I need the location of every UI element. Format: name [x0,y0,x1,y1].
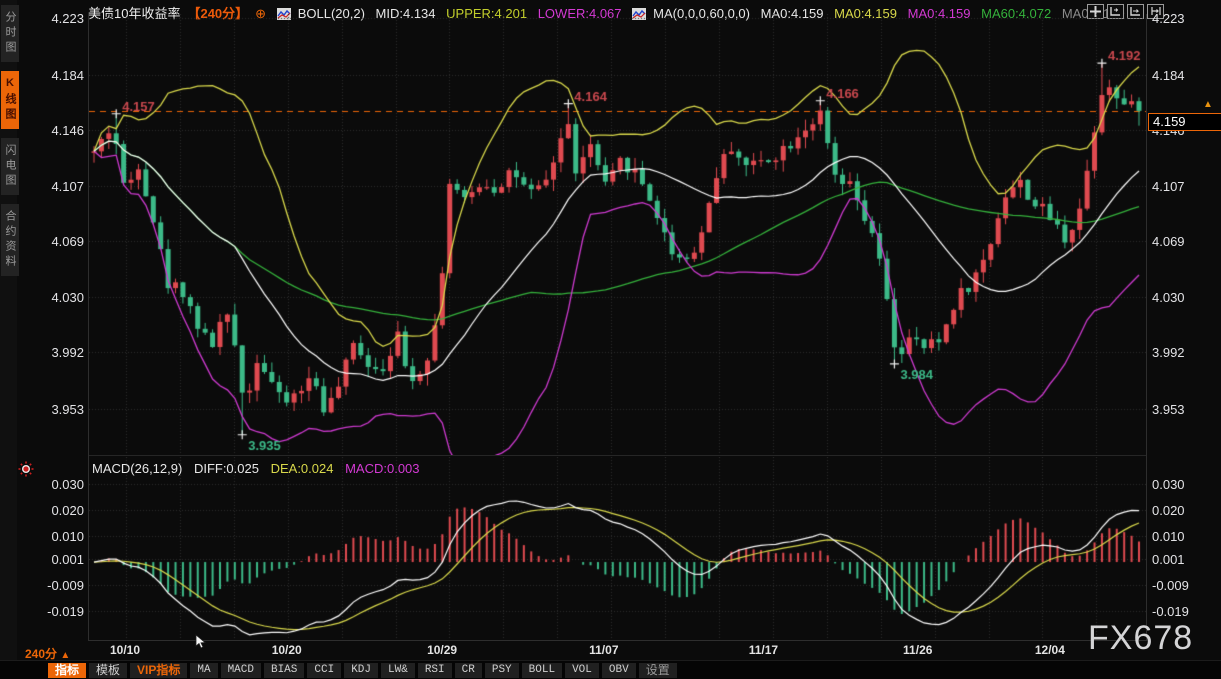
y-axis-label: -0.019 [1152,604,1214,619]
price-up-arrow-icon: ▲ [1203,99,1213,110]
y-axis-label: 4.184 [46,68,84,83]
x-axis-label: 10/10 [98,643,152,657]
macd-label: MACD(26,12,9) [92,461,182,476]
y-axis-label: 0.010 [1152,529,1214,544]
price-chart-canvas[interactable] [89,14,1146,455]
y-axis-label: 0.030 [1152,477,1214,492]
x-axis-label: 12/04 [1023,643,1077,657]
sidebar: 分时图 K线图 闪电图 合约资料 [0,0,17,679]
toolbar-button-vip-indicators[interactable]: VIP指标 [130,663,187,678]
x-axis-label: 10/20 [260,643,314,657]
y-axis-label: 4.223 [1152,11,1214,26]
y-axis-label: 4.030 [46,290,84,305]
y-axis-label: 4.069 [1152,234,1214,249]
y-axis-label: 4.107 [1152,179,1214,194]
sidebar-tab-timeshare[interactable]: 分时图 [1,5,19,62]
macd-diff-value: DIFF:0.025 [194,461,259,476]
alert-icon[interactable] [18,461,34,482]
toolbar-button-obv[interactable]: OBV [602,663,636,678]
y-axis-label: 0.020 [46,503,84,518]
macd-value: MACD:0.003 [345,461,419,476]
toolbar-button-boll[interactable]: BOLL [522,663,562,678]
toolbar-button-rsi[interactable]: RSI [418,663,452,678]
toolbar-button-bias[interactable]: BIAS [264,663,304,678]
panel-divider [89,455,1146,456]
watermark: FX678 [1088,619,1193,658]
y-axis-label: 4.030 [1152,290,1214,305]
plot-area [88,14,1147,641]
y-axis-label: -0.019 [46,604,84,619]
y-axis-label: 4.184 [1152,68,1214,83]
toolbar-button-cci[interactable]: CCI [307,663,341,678]
macd-dea-value: DEA:0.024 [271,461,334,476]
y-axis-label: 0.001 [46,552,84,567]
toolbar-buttons: 指标模板VIP指标MA MACDBIASCCIKDJLW&RSICRPSYBOLL… [48,663,677,678]
toolbar-button-ma[interactable]: MA [190,663,217,678]
toolbar-button-psy[interactable]: PSY [485,663,519,678]
y-axis-label: 3.992 [1152,345,1214,360]
sidebar-tab-lightning[interactable]: 闪电图 [1,138,19,195]
toolbar-button-macd[interactable]: MACD [221,663,261,678]
y-axis-label: 4.107 [46,179,84,194]
toolbar-button-indicators[interactable]: 指标 [48,663,86,678]
macd-chart-canvas[interactable] [89,457,1146,639]
y-axis-label: 3.992 [46,345,84,360]
x-axis-label: 11/07 [577,643,631,657]
x-axis-label: 11/26 [891,643,945,657]
app-window: 分时图 K线图 闪电图 合约资料 美债10年收益率【240分】⊕ BOLL(20… [0,0,1221,679]
bottom-toolbar: 指标模板VIP指标MA MACDBIASCCIKDJLW&RSICRPSYBOLL… [0,660,1221,679]
y-axis-label: 4.223 [46,11,84,26]
toolbar-button-cr[interactable]: CR [455,663,482,678]
toolbar-button-vol[interactable]: VOL [565,663,599,678]
y-axis-label: 0.001 [1152,552,1214,567]
toolbar-button-templates[interactable]: 模板 [89,663,127,678]
y-axis-label: 4.146 [46,123,84,138]
sidebar-tab-kline[interactable]: K线图 [1,71,19,129]
toolbar-button-lwr[interactable]: LW& [381,663,415,678]
footer-period-label: 240分 [25,647,57,661]
toolbar-button-kdj[interactable]: KDJ [344,663,378,678]
y-axis-label: 3.953 [1152,402,1214,417]
y-axis-label: -0.009 [1152,578,1214,593]
y-axis-label: 0.020 [1152,503,1214,518]
sidebar-tab-contract-info[interactable]: 合约资料 [1,204,19,276]
mouse-cursor [195,634,207,655]
macd-header: MACD(26,12,9) DIFF:0.025 DEA:0.024 MACD:… [92,461,428,476]
y-axis-label: 3.953 [46,402,84,417]
toolbar-button-settings[interactable]: 设置 [639,663,677,678]
y-axis-label: 0.010 [46,529,84,544]
current-price-badge: 4.159 [1148,113,1221,131]
y-axis-label: -0.009 [46,578,84,593]
x-axis-label: 10/29 [415,643,469,657]
y-axis-label: 4.069 [46,234,84,249]
x-axis-label: 11/17 [736,643,790,657]
y-axis-label: 0.030 [46,477,84,492]
